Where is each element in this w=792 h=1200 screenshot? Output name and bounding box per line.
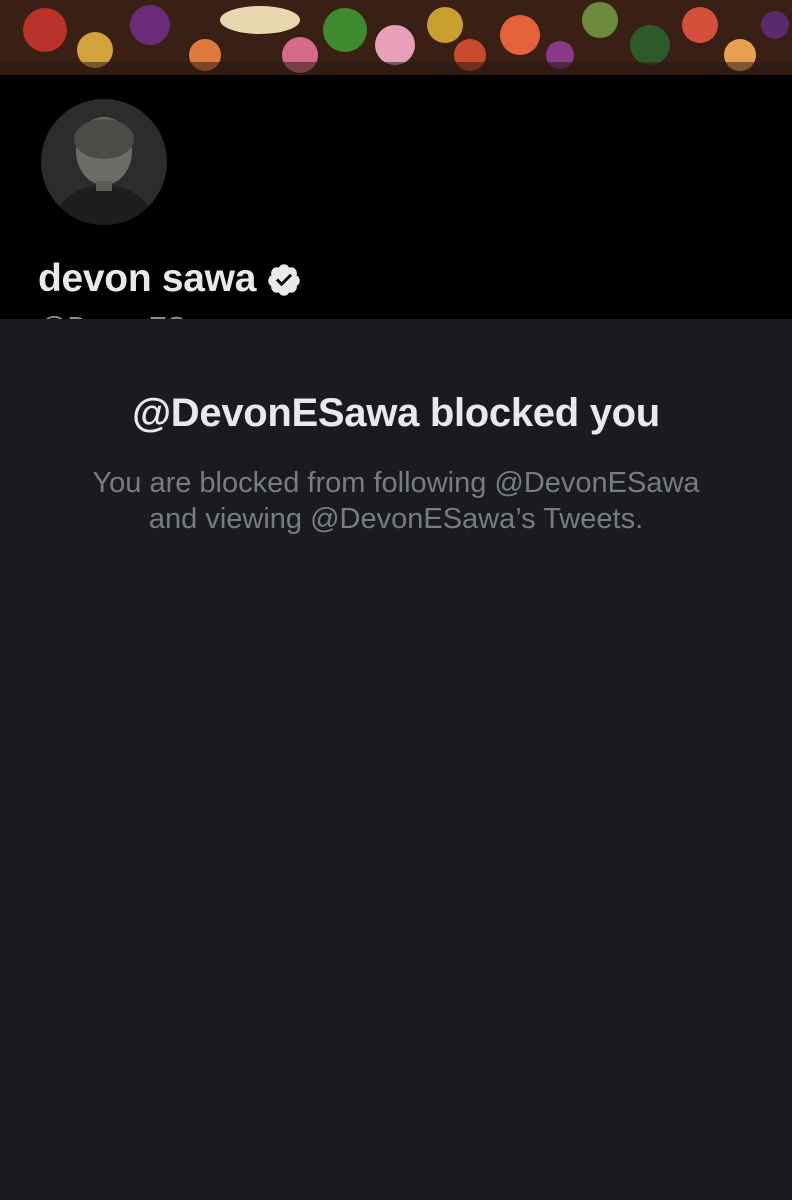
blocked-message-line-1: You are blocked from following @DevonESa… — [92, 467, 700, 499]
display-name: devon sawa — [38, 257, 257, 300]
profile-banner-image[interactable] — [0, 0, 792, 75]
verified-badge-icon[interactable] — [266, 262, 302, 298]
blocked-title: @DevonESawa blocked you — [132, 391, 660, 435]
blocked-message: You are blocked from following @DevonESa… — [40, 465, 752, 537]
avatar[interactable] — [37, 95, 171, 229]
display-name-row: devon sawa — [38, 257, 302, 301]
profile-header: devon sawa @DevonESawa — [0, 75, 792, 342]
profile-page: devon sawa @DevonESawa @DevonESawa block… — [0, 0, 792, 1200]
blocked-notice: @DevonESawa blocked you You are blocked … — [0, 319, 792, 1200]
blocked-message-line-2: and viewing @DevonESawa’s Tweets. — [148, 503, 644, 535]
